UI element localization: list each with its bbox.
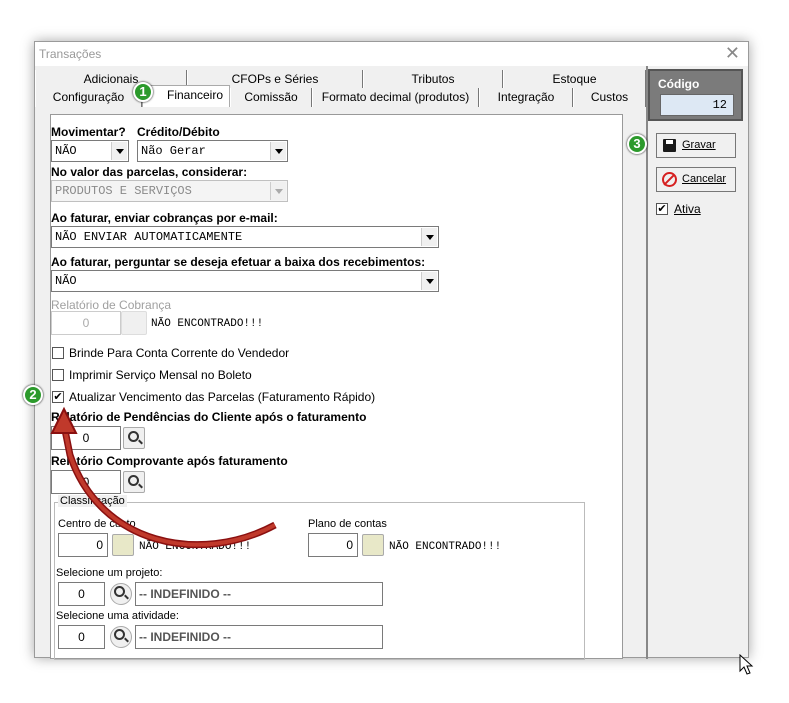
tab-row-bottom: Configuração Financeiro Comissão Formato…	[35, 85, 646, 107]
close-icon[interactable]: ✕	[725, 43, 740, 63]
rel-cobranca-input: 0	[51, 311, 121, 335]
cursor-icon	[739, 654, 754, 675]
chevron-down-icon	[421, 272, 437, 290]
rel-cobranca-search-button	[121, 311, 147, 335]
plano-lookup-button[interactable]	[362, 534, 384, 556]
rel-cobranca-status: NÃO ENCONTRADO!!!	[151, 318, 264, 330]
save-icon	[663, 139, 676, 152]
ativa-checkbox[interactable]: ✔	[656, 203, 668, 215]
email-label: Ao faturar, enviar cobranças por e-mail:	[51, 211, 278, 225]
baixa-select[interactable]: NÃO	[51, 270, 439, 292]
atividade-search-button[interactable]	[110, 626, 132, 648]
parcelas-value: PRODUTOS E SERVIÇOS	[55, 184, 192, 198]
tab-comissao[interactable]: Comissão	[230, 88, 312, 107]
ativa-label: Ativa	[674, 202, 701, 216]
chevron-down-icon	[421, 228, 437, 246]
plano-status: NÃO ENCONTRADO!!!	[389, 541, 502, 553]
annotation-arrow-icon	[50, 406, 277, 548]
tab-row-top: Adicionais CFOPs e Séries Tributos Estoq…	[35, 70, 646, 89]
atividade-input[interactable]: 0	[58, 625, 105, 649]
email-value: NÃO ENVIAR AUTOMATICAMENTE	[55, 230, 243, 244]
brinde-checkbox[interactable]	[52, 347, 64, 359]
email-select[interactable]: NÃO ENVIAR AUTOMATICAMENTE	[51, 226, 439, 248]
step-badge-3: 3	[627, 134, 647, 154]
title-bar: Transações ✕	[35, 42, 748, 66]
cancelar-button[interactable]: Cancelar	[656, 167, 736, 192]
rel-cobranca-label: Relatório de Cobrança	[51, 298, 172, 312]
cancelar-label: Cancelar	[682, 173, 727, 185]
movimentar-value: NÃO	[55, 144, 77, 158]
tab-financeiro[interactable]: Financeiro	[142, 85, 230, 107]
side-divider	[646, 66, 648, 659]
tab-tributos[interactable]: Tributos	[363, 70, 503, 89]
codigo-box: Código 12	[648, 69, 743, 121]
credito-value: Não Gerar	[141, 144, 206, 158]
imprimir-label: Imprimir Serviço Mensal no Boleto	[69, 368, 252, 382]
parcelas-label: No valor das parcelas, considerar:	[51, 165, 248, 179]
credito-select[interactable]: Não Gerar	[137, 140, 288, 162]
step-badge-1: 1	[133, 82, 153, 102]
chevron-down-icon	[270, 182, 286, 200]
projeto-label: Selecione um projeto:	[56, 567, 163, 579]
projeto-display: -- INDEFINIDO --	[135, 582, 383, 606]
baixa-value: NÃO	[55, 274, 77, 288]
plano-label: Plano de contas	[308, 518, 387, 530]
credito-label: Crédito/Débito	[137, 125, 220, 139]
search-icon	[114, 586, 125, 597]
parcelas-select: PRODUTOS E SERVIÇOS	[51, 180, 288, 202]
projeto-input[interactable]: 0	[58, 582, 105, 606]
atividade-display: -- INDEFINIDO --	[135, 625, 383, 649]
codigo-label: Código	[658, 77, 700, 91]
projeto-search-button[interactable]	[110, 583, 132, 605]
plano-input[interactable]: 0	[308, 533, 358, 557]
tab-configuracao[interactable]: Configuração	[35, 88, 142, 107]
tab-formato-decimal[interactable]: Formato decimal (produtos)	[312, 88, 479, 107]
codigo-field: 12	[660, 94, 734, 116]
chevron-down-icon	[111, 142, 127, 160]
tab-integracao[interactable]: Integração	[479, 88, 573, 107]
imprimir-checkbox[interactable]	[52, 369, 64, 381]
baixa-label: Ao faturar, perguntar se deseja efetuar …	[51, 255, 426, 269]
gravar-button[interactable]: Gravar	[656, 133, 736, 158]
tab-custos[interactable]: Custos	[573, 88, 646, 107]
movimentar-label: Movimentar?	[51, 125, 126, 139]
brinde-label: Brinde Para Conta Corrente do Vendedor	[69, 346, 290, 360]
cancel-icon	[662, 172, 677, 187]
chevron-down-icon	[270, 142, 286, 160]
movimentar-select[interactable]: NÃO	[51, 140, 129, 162]
tab-estoque[interactable]: Estoque	[503, 70, 646, 89]
search-icon	[114, 629, 125, 640]
window-title: Transações	[39, 47, 102, 61]
gravar-label: Gravar	[682, 139, 716, 151]
transacoes-window: Transações ✕ Adicionais CFOPs e Séries T…	[34, 41, 749, 660]
atividade-label: Selecione uma atividade:	[56, 610, 179, 622]
